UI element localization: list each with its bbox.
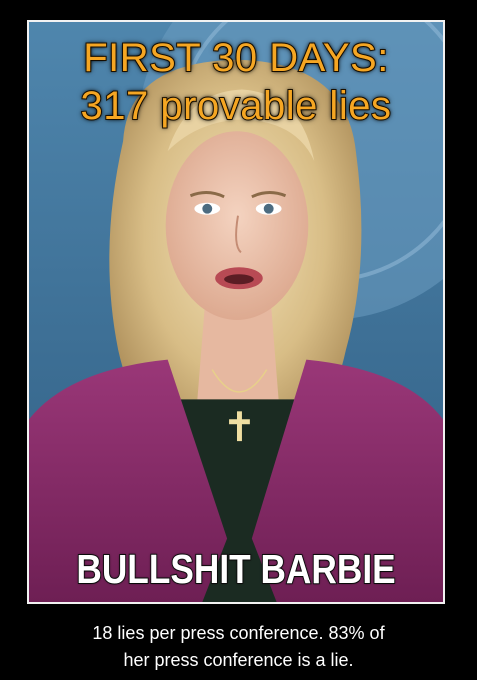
- poster: FIRST 30 DAYS: 317 provable lies BULLSHI…: [0, 0, 477, 680]
- headline-line-2: 317 provable lies: [80, 84, 392, 128]
- caption-line-2: her press conference is a lie.: [123, 650, 354, 670]
- caption-line-1: 18 lies per press conference. 83% of: [92, 623, 385, 643]
- caption: 18 lies per press conference. 83% of her…: [0, 620, 477, 674]
- bottom-title: BULLSHIT BARBIE: [75, 546, 396, 592]
- photo-frame: FIRST 30 DAYS: 317 provable lies BULLSHI…: [27, 20, 445, 604]
- headline-line-1: FIRST 30 DAYS:: [82, 36, 389, 80]
